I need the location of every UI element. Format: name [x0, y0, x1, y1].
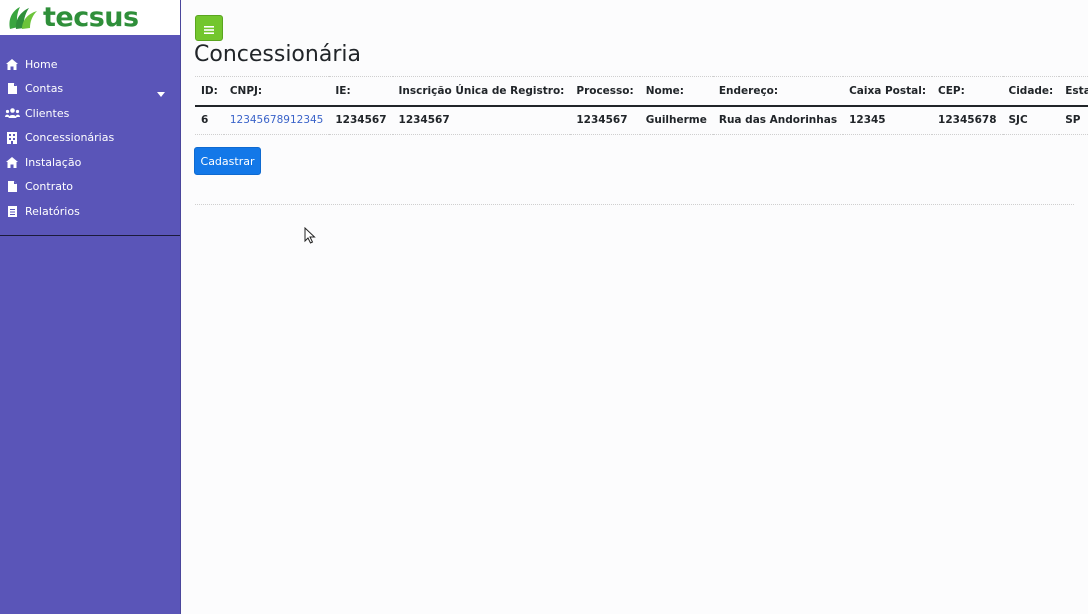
table-row: 6 12345678912345 1234567 1234567 1234567…	[195, 106, 1088, 135]
sidebar-item-home[interactable]: Home	[0, 52, 180, 77]
cell-inscricao: 1234567	[398, 114, 450, 127]
sidebar-nav: Home Contas Clientes Concessionárias Ins…	[0, 35, 180, 224]
file-icon	[4, 83, 20, 95]
cell-cep: 12345678	[938, 114, 997, 127]
column-header-endereco: Endereço:	[718, 84, 779, 97]
sidebar-item-label: Home	[25, 57, 58, 71]
cnpj-link[interactable]: 12345678912345	[230, 114, 324, 126]
logo[interactable]: tecsus	[0, 0, 180, 35]
building-icon	[4, 131, 20, 144]
page-title: Concessionária	[194, 42, 361, 67]
sidebar: tecsus Home Contas Clientes Concessionár…	[0, 0, 181, 614]
cell-caixa-postal: 12345	[849, 114, 886, 127]
sidebar-item-concessionarias[interactable]: Concessionárias	[0, 126, 180, 151]
column-header-cidade: Cidade:	[1008, 84, 1054, 97]
column-header-cnpj: CNPJ:	[229, 84, 263, 97]
sidebar-item-label: Contrato	[25, 180, 74, 194]
sidebar-item-label: Relatórios	[25, 204, 80, 218]
sidebar-item-contrato[interactable]: Contrato	[0, 175, 180, 200]
home-icon	[4, 156, 20, 168]
report-icon	[4, 205, 20, 217]
column-header-caixa-postal: Caixa Postal:	[849, 84, 927, 97]
column-header-ie: IE:	[335, 84, 351, 97]
cell-cnpj: 12345678912345	[224, 106, 330, 135]
menu-toggle-button[interactable]	[195, 15, 223, 41]
file-icon	[4, 181, 20, 193]
sidebar-item-label: Concessionárias	[25, 131, 115, 145]
sidebar-item-label: Contas	[25, 82, 64, 96]
cell-ie: 1234567	[335, 114, 387, 127]
cell-nome: Guilherme	[645, 114, 707, 127]
cell-estado: SP	[1065, 114, 1081, 127]
sidebar-item-contas[interactable]: Contas	[0, 77, 180, 102]
sidebar-item-label: Instalação	[25, 155, 82, 169]
column-header-nome: Nome:	[645, 84, 684, 97]
users-icon	[4, 107, 20, 119]
column-header-inscricao: Inscrição Única de Registro:	[398, 84, 565, 97]
mouse-cursor-icon	[304, 226, 316, 248]
hamburger-icon	[204, 19, 214, 38]
logo-text: tecsus	[43, 2, 139, 33]
column-header-id: ID:	[201, 84, 218, 97]
section-divider	[195, 204, 1074, 205]
sidebar-divider	[0, 235, 180, 236]
sidebar-item-label: Clientes	[25, 106, 70, 120]
sidebar-item-instalacao[interactable]: Instalação	[0, 150, 180, 175]
cadastrar-button[interactable]: Cadastrar	[194, 147, 261, 175]
caret-down-icon[interactable]	[157, 87, 165, 100]
home-icon	[4, 58, 20, 70]
concessionarias-table: ID: CNPJ: IE: Inscrição Única de Registr…	[195, 76, 1088, 135]
column-header-estado: Estado:	[1065, 84, 1088, 97]
column-header-processo: Processo:	[576, 84, 634, 97]
cell-id: 6	[201, 114, 209, 127]
cell-endereco: Rua das Andorinhas	[718, 114, 838, 127]
table-header-row: ID: CNPJ: IE: Inscrição Única de Registr…	[195, 76, 1088, 106]
sidebar-item-relatorios[interactable]: Relatórios	[0, 199, 180, 224]
cell-cidade: SJC	[1008, 114, 1028, 127]
cell-processo: 1234567	[576, 114, 628, 127]
column-header-cep: CEP:	[938, 84, 965, 97]
sidebar-item-clientes[interactable]: Clientes	[0, 101, 180, 126]
leaf-logo-icon	[6, 5, 40, 31]
